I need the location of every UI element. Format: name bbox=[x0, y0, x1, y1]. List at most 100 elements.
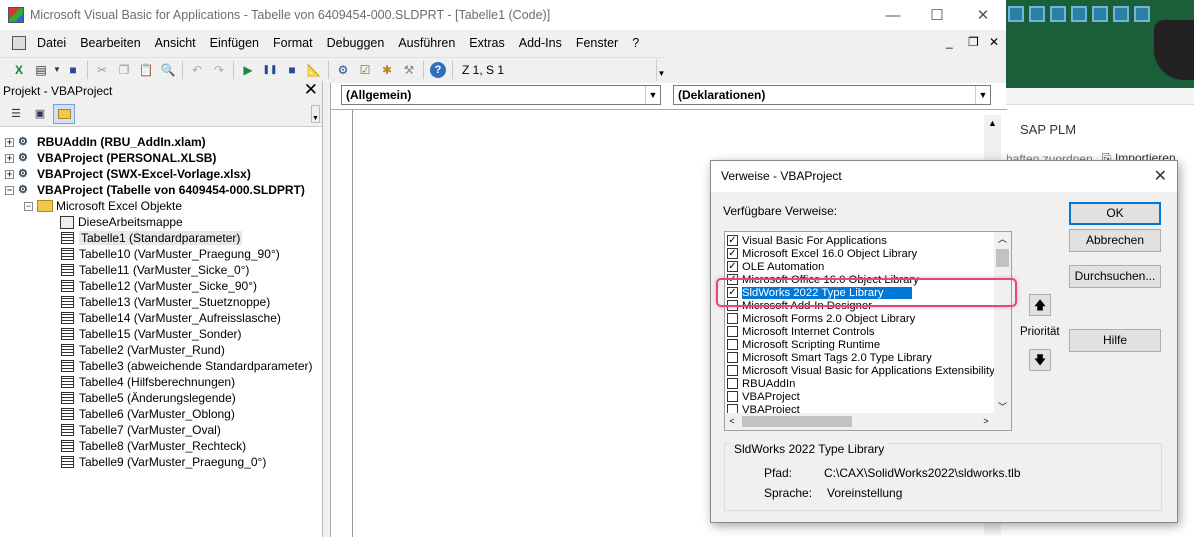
references-vertical-scrollbar[interactable]: ︿ ﹀ bbox=[994, 232, 1011, 414]
menu-bearbeiten[interactable]: Bearbeiten bbox=[73, 36, 147, 50]
menu-datei[interactable]: Datei bbox=[30, 36, 73, 50]
tree-sheet-row[interactable]: Tabelle15 (VarMuster_Sonder) bbox=[0, 326, 322, 342]
tree-sheet-row[interactable]: Tabelle2 (VarMuster_Rund) bbox=[0, 342, 322, 358]
reference-checkbox[interactable] bbox=[727, 339, 738, 350]
mdi-restore-button[interactable]: ❐ bbox=[968, 35, 979, 49]
menu-ansicht[interactable]: Ansicht bbox=[148, 36, 203, 50]
menu-format[interactable]: Format bbox=[266, 36, 320, 50]
mdi-close-button[interactable]: ✕ bbox=[989, 35, 999, 49]
priority-up-button[interactable]: 🡅 bbox=[1029, 294, 1051, 316]
expand-icon[interactable]: + bbox=[5, 137, 14, 147]
cut-icon[interactable]: ✂ bbox=[91, 59, 113, 81]
references-list[interactable]: VBAProject VBAProject RBUAddIn Microsoft Vi… bbox=[724, 231, 1012, 431]
tree-sheet-row[interactable]: Tabelle11 (VarMuster_Sicke_0°) bbox=[0, 262, 322, 278]
explorer-toolbar-options-icon[interactable]: ▼ bbox=[311, 105, 320, 123]
document-menu-icon[interactable] bbox=[12, 36, 26, 50]
help-button[interactable]: Hilfe bbox=[1069, 329, 1161, 352]
reference-item[interactable]: ✓ Microsoft Excel 16.0 Object Library bbox=[727, 247, 995, 260]
scroll-thumb[interactable] bbox=[996, 249, 1009, 267]
tree-sheet-row[interactable]: Tabelle4 (Hilfsberechnungen) bbox=[0, 374, 322, 390]
dropdown-arrow-icon[interactable]: ▼ bbox=[645, 86, 660, 104]
tree-project-row[interactable]: + ⚙ VBAProject (SWX-Excel-Vorlage.xlsx) bbox=[0, 166, 322, 182]
maximize-button[interactable]: ☐ bbox=[914, 0, 960, 30]
cancel-button[interactable]: Abbrechen bbox=[1069, 229, 1161, 252]
reference-item[interactable]: ✓ OLE Automation bbox=[727, 260, 995, 273]
tree-sheet-row[interactable]: Tabelle3 (abweichende Standardparameter) bbox=[0, 358, 322, 374]
tree-sheet-row[interactable]: Tabelle13 (VarMuster_Stuetznoppe) bbox=[0, 294, 322, 310]
copy-icon[interactable]: ❐ bbox=[113, 59, 135, 81]
tree-sheet-row[interactable]: Tabelle10 (VarMuster_Praegung_90°) bbox=[0, 246, 322, 262]
insert-icon[interactable]: ▤ bbox=[30, 59, 52, 81]
view-object-icon[interactable]: ▣ bbox=[29, 104, 51, 124]
menu-fenster[interactable]: Fenster bbox=[569, 36, 625, 50]
paste-icon[interactable]: 📋 bbox=[135, 59, 157, 81]
toolbar-options-icon[interactable]: ▼ bbox=[656, 59, 666, 81]
scroll-up-icon[interactable]: ▲ bbox=[984, 115, 1001, 132]
reference-checkbox[interactable]: ✓ bbox=[727, 235, 738, 246]
menu-debuggen[interactable]: Debuggen bbox=[320, 36, 392, 50]
reference-checkbox[interactable] bbox=[727, 313, 738, 324]
menu-help[interactable]: ? bbox=[625, 36, 646, 50]
dialog-close-icon[interactable]: ✕ bbox=[1154, 161, 1167, 192]
browse-button[interactable]: Durchsuchen... bbox=[1069, 265, 1161, 288]
design-mode-icon[interactable]: 📐 bbox=[303, 59, 325, 81]
reference-checkbox[interactable] bbox=[727, 352, 738, 363]
expand-icon[interactable]: + bbox=[5, 153, 14, 163]
reference-item[interactable]: Microsoft Forms 2.0 Object Library bbox=[727, 312, 995, 325]
tree-sheet-row[interactable]: Tabelle12 (VarMuster_Sicke_90°) bbox=[0, 278, 322, 294]
tree-sheet-row[interactable]: Tabelle7 (VarMuster_Oval) bbox=[0, 422, 322, 438]
tree-project-row[interactable]: − ⚙ VBAProject (Tabelle von 6409454-000.… bbox=[0, 182, 322, 198]
tree-project-row[interactable]: + ⚙ RBUAddIn (RBU_AddIn.xlam) bbox=[0, 134, 322, 150]
references-horizontal-scrollbar[interactable]: < > bbox=[725, 413, 1011, 430]
tree-workbook-row[interactable]: DieseArbeitsmappe bbox=[0, 214, 322, 230]
menu-einfuegen[interactable]: Einfügen bbox=[203, 36, 266, 50]
reference-item[interactable]: RBUAddIn bbox=[727, 377, 995, 390]
run-icon[interactable]: ▶ bbox=[237, 59, 259, 81]
reset-icon[interactable]: ■ bbox=[281, 59, 303, 81]
scroll-down-icon[interactable]: ﹀ bbox=[994, 400, 1011, 414]
collapse-icon[interactable]: − bbox=[24, 201, 33, 211]
reference-checkbox[interactable]: ✓ bbox=[727, 248, 738, 259]
save-icon[interactable]: ■ bbox=[62, 59, 84, 81]
procedure-combo[interactable]: (Deklarationen) ▼ bbox=[673, 85, 991, 105]
help-icon[interactable]: ? bbox=[430, 61, 446, 78]
menu-ausfuehren[interactable]: Ausführen bbox=[391, 36, 462, 50]
scroll-up-icon[interactable]: ︿ bbox=[994, 232, 1011, 246]
reference-item[interactable]: Microsoft Smart Tags 2.0 Type Library bbox=[727, 351, 995, 364]
tree-folder-row[interactable]: − Microsoft Excel Objekte bbox=[0, 198, 322, 214]
menu-extras[interactable]: Extras bbox=[462, 36, 511, 50]
project-explorer-icon[interactable]: ⚙ bbox=[332, 59, 354, 81]
reference-item[interactable]: ✓ Visual Basic For Applications bbox=[727, 234, 995, 247]
break-icon[interactable]: ❚❚ bbox=[259, 59, 281, 81]
ok-button[interactable]: OK bbox=[1069, 202, 1161, 225]
reference-checkbox[interactable] bbox=[727, 326, 738, 337]
priority-down-button[interactable]: 🡇 bbox=[1029, 349, 1051, 371]
project-explorer-close-icon[interactable]: ✕ bbox=[304, 81, 318, 99]
reference-item[interactable]: Microsoft Scripting Runtime bbox=[727, 338, 995, 351]
redo-icon[interactable]: ↷ bbox=[208, 59, 230, 81]
tree-sheet-row[interactable]: Tabelle14 (VarMuster_Aufreisslasche) bbox=[0, 310, 322, 326]
tree-sheet-row[interactable]: Tabelle6 (VarMuster_Oblong) bbox=[0, 406, 322, 422]
close-button[interactable]: ✕ bbox=[960, 0, 1006, 30]
expand-icon[interactable]: + bbox=[5, 169, 14, 179]
toolbox-icon[interactable]: ⚒ bbox=[398, 59, 420, 81]
tree-project-row[interactable]: + ⚙ VBAProject (PERSONAL.XLSB) bbox=[0, 150, 322, 166]
excel-icon[interactable]: X bbox=[8, 59, 30, 81]
reference-checkbox[interactable] bbox=[727, 378, 738, 389]
reference-checkbox[interactable] bbox=[727, 391, 738, 402]
tree-sheet-row[interactable]: Tabelle1 (Standardparameter) bbox=[0, 230, 322, 246]
reference-item[interactable]: VBAProject bbox=[727, 390, 995, 403]
undo-icon[interactable]: ↶ bbox=[186, 59, 208, 81]
tree-sheet-row[interactable]: Tabelle5 (Änderungslegende) bbox=[0, 390, 322, 406]
object-combo[interactable]: (Allgemein) ▼ bbox=[341, 85, 661, 105]
tree-sheet-row[interactable]: Tabelle9 (VarMuster_Praegung_0°) bbox=[0, 454, 322, 470]
find-icon[interactable]: 🔍 bbox=[157, 59, 179, 81]
view-code-icon[interactable]: ☰ bbox=[5, 104, 27, 124]
menu-add-ins[interactable]: Add-Ins bbox=[512, 36, 569, 50]
scroll-thumb[interactable] bbox=[742, 416, 852, 427]
collapse-icon[interactable]: − bbox=[5, 185, 14, 195]
object-browser-icon[interactable]: ✱ bbox=[376, 59, 398, 81]
reference-checkbox[interactable] bbox=[727, 365, 738, 376]
reference-checkbox[interactable]: ✓ bbox=[727, 261, 738, 272]
properties-icon[interactable]: ☑ bbox=[354, 59, 376, 81]
